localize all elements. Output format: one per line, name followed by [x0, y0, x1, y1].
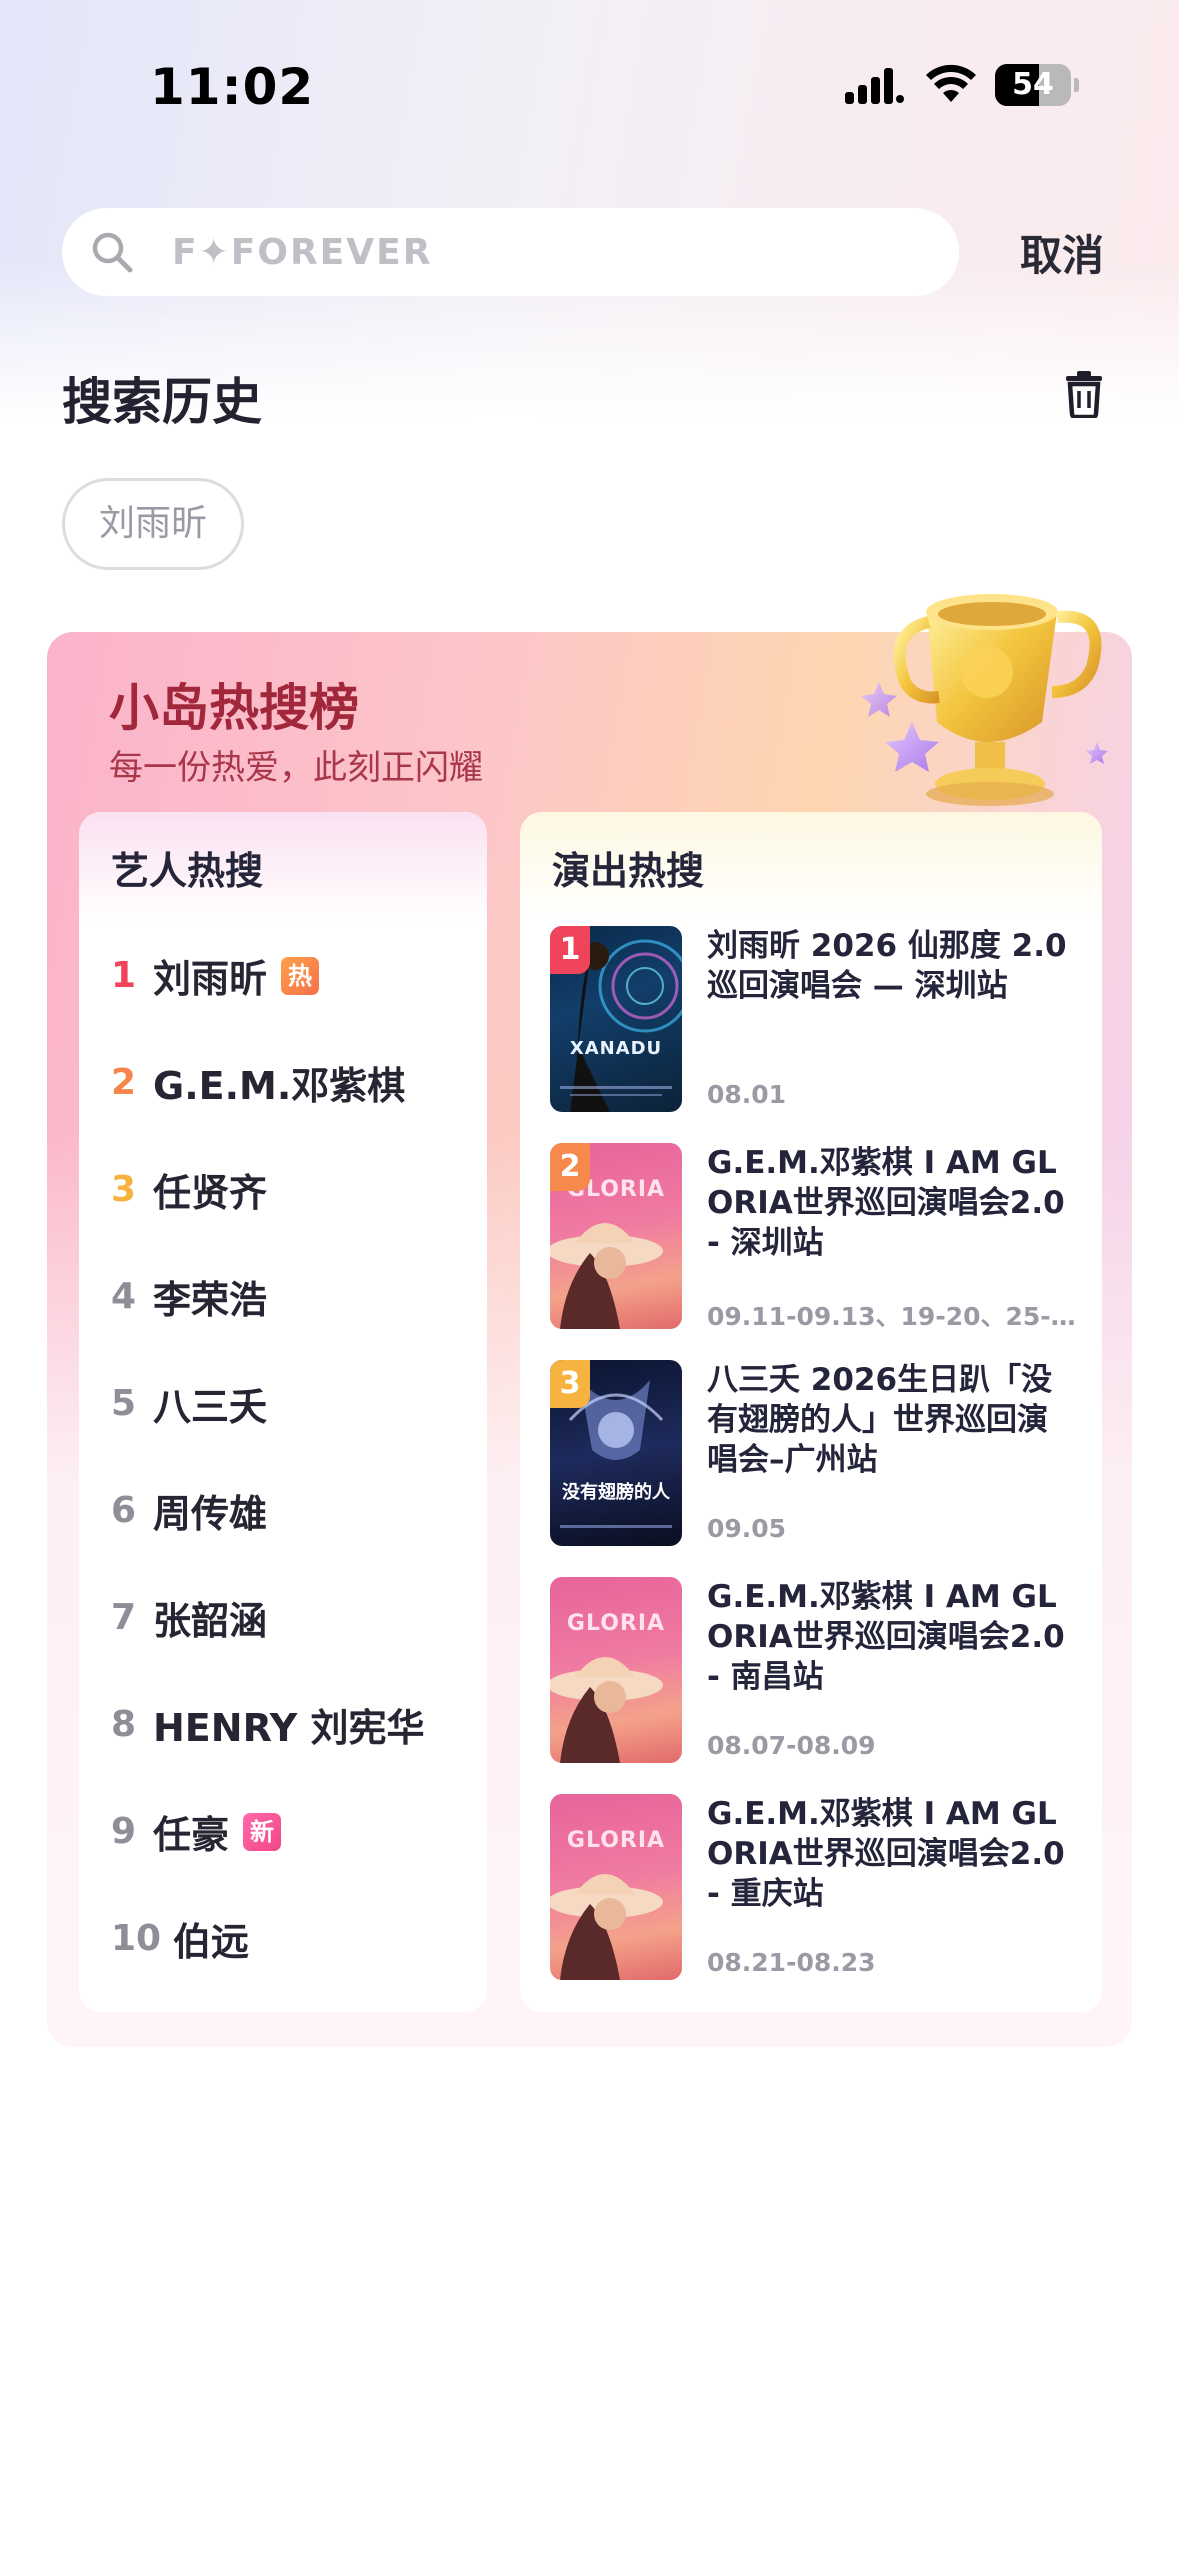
artist-hot-title: 艺人热搜 [111, 849, 264, 893]
hot-search-panel: 小岛热搜榜 每一份热爱，此刻正闪耀 艺人热搜 1 刘雨昕 热 2 G.E.M.邓… [47, 594, 1132, 2047]
artist-rank: 5 [111, 1383, 137, 1424]
show-date: 08.07-08.09 [707, 1731, 876, 1760]
artist-row[interactable]: 8 HENRY 刘宪华 [111, 1671, 471, 1778]
show-poster: XANADU 1 [550, 926, 682, 1112]
artist-rank: 2 [111, 1062, 137, 1103]
show-hot-card: 演出热搜 XANADU 1 刘雨昕 2026 仙那度 2.0 巡回演唱会 — 深… [520, 812, 1102, 2012]
artist-rank: 7 [111, 1597, 137, 1638]
show-item[interactable]: GLORIA G.E.M.邓紫棋 I AM GLORIA世界巡回演唱会2.0 -… [550, 1577, 1080, 1794]
poster-text: GLORIA [566, 1611, 666, 1636]
artist-rank: 4 [111, 1276, 137, 1317]
artist-name: 任豪 [153, 1813, 230, 1857]
artist-name: 刘雨昕 [153, 957, 268, 1001]
show-item[interactable]: GLORIA 2 G.E.M.邓紫棋 I AM GLORIA世界巡回演唱会2.0… [550, 1143, 1080, 1360]
trash-icon[interactable] [1062, 370, 1106, 418]
hot-search-subtitle: 每一份热爱，此刻正闪耀 [109, 748, 483, 788]
show-poster: GLORIA [550, 1577, 682, 1763]
new-badge: 新 [243, 1812, 282, 1851]
artist-name: 任贤齐 [153, 1171, 268, 1215]
cancel-button[interactable]: 取消 [1020, 222, 1104, 283]
wifi-icon [926, 64, 976, 102]
artist-name: 八三夭 [153, 1385, 268, 1429]
show-list: XANADU 1 刘雨昕 2026 仙那度 2.0 巡回演唱会 — 深圳站 08… [550, 926, 1080, 2011]
artist-rank: 10 [111, 1918, 162, 1959]
artist-name: 李荣浩 [153, 1278, 268, 1322]
artist-name: G.E.M.邓紫棋 [153, 1064, 406, 1108]
show-title: G.E.M.邓紫棋 I AM GLORIA世界巡回演唱会2.0 - 南昌站 [707, 1579, 1065, 1695]
artist-row[interactable]: 4 李荣浩 [111, 1243, 471, 1350]
artist-row[interactable]: 7 张韶涵 [111, 1564, 471, 1671]
show-title: G.E.M.邓紫棋 I AM GLORIA世界巡回演唱会2.0 - 深圳站 [707, 1145, 1065, 1261]
poster-text: GLORIA [566, 1828, 666, 1853]
cellular-signal-icon [845, 68, 904, 104]
show-title: 八三夭 2026生日趴「没有翅膀的人」世界巡回演唱会–广州站 [707, 1362, 1053, 1478]
show-title: G.E.M.邓紫棋 I AM GLORIA世界巡回演唱会2.0 - 重庆站 [707, 1796, 1065, 1912]
status-time: 11:02 [150, 58, 315, 116]
show-item[interactable]: XANADU 1 刘雨昕 2026 仙那度 2.0 巡回演唱会 — 深圳站 08… [550, 926, 1080, 1143]
poster-text: 没有翅膀的人 [562, 1482, 670, 1503]
artist-row[interactable]: 3 任贤齐 [111, 1136, 471, 1243]
show-poster: GLORIA [550, 1794, 682, 1980]
battery-icon: 54 [995, 64, 1079, 106]
artist-hot-card: 艺人热搜 1 刘雨昕 热 2 G.E.M.邓紫棋 3 任贤齐 4 李荣浩 5 八… [79, 812, 487, 2012]
show-date: 09.05 [707, 1514, 787, 1543]
artist-row[interactable]: 6 周传雄 [111, 1457, 471, 1564]
show-hot-title: 演出热搜 [552, 849, 705, 893]
search-input[interactable] [172, 222, 932, 282]
artist-row[interactable]: 1 刘雨昕 热 [111, 922, 471, 1029]
artist-rank: 9 [111, 1811, 137, 1852]
status-bar: 11:02 54 [0, 0, 1179, 170]
show-poster: GLORIA 2 [550, 1143, 682, 1329]
search-bar[interactable] [62, 208, 959, 296]
artist-name: 周传雄 [153, 1492, 268, 1536]
artist-row[interactable]: 2 G.E.M.邓紫棋 [111, 1029, 471, 1136]
artist-row[interactable]: 9 任豪 新 [111, 1778, 471, 1885]
search-icon [92, 232, 133, 273]
show-date: 09.11-09.13、19-20、25-... [707, 1302, 1077, 1331]
show-item[interactable]: 没有翅膀的人 3 八三夭 2026生日趴「没有翅膀的人」世界巡回演唱会–广州站 … [550, 1360, 1080, 1577]
trophy-icon [861, 594, 1108, 806]
hot-search-title: 小岛热搜榜 [109, 679, 359, 737]
artist-rank: 1 [111, 955, 137, 996]
poster-text: XANADU [569, 1038, 663, 1059]
artist-row[interactable]: 5 八三夭 [111, 1350, 471, 1457]
show-item[interactable]: GLORIA G.E.M.邓紫棋 I AM GLORIA世界巡回演唱会2.0 -… [550, 1794, 1080, 2011]
artist-name: 张韶涵 [153, 1599, 268, 1643]
artist-rank: 6 [111, 1490, 137, 1531]
artist-name: HENRY 刘宪华 [153, 1706, 425, 1750]
poster-rank: 1 [550, 926, 590, 974]
artist-rank: 8 [111, 1704, 137, 1745]
show-poster: 没有翅膀的人 3 [550, 1360, 682, 1546]
show-title: 刘雨昕 2026 仙那度 2.0 巡回演唱会 — 深圳站 [707, 928, 1067, 1004]
poster-rank: 3 [550, 1360, 590, 1408]
battery-level: 54 [1012, 67, 1054, 102]
hot-badge: 热 [281, 956, 320, 995]
artist-name: 伯远 [173, 1920, 250, 1964]
history-chip[interactable]: 刘雨昕 [62, 478, 245, 570]
artist-row[interactable]: 10 伯远 [111, 1885, 471, 1992]
artist-rank: 3 [111, 1169, 137, 1210]
show-date: 08.21-08.23 [707, 1948, 876, 1977]
poster-rank: 2 [550, 1143, 590, 1191]
artist-list: 1 刘雨昕 热 2 G.E.M.邓紫棋 3 任贤齐 4 李荣浩 5 八三夭 6 [111, 922, 471, 1992]
show-date: 08.01 [707, 1080, 787, 1109]
search-history-title: 搜索历史 [62, 373, 262, 431]
